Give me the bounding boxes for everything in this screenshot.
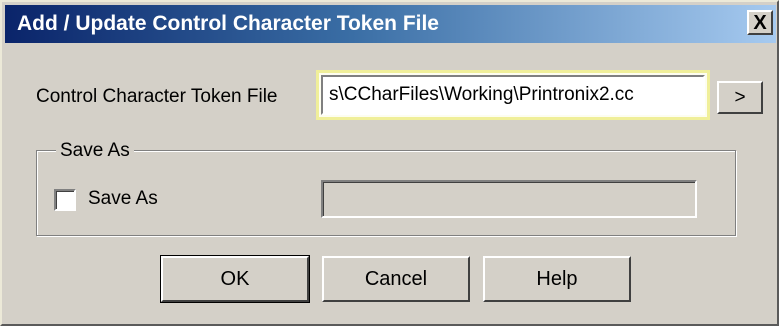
title-bar[interactable]: Add / Update Control Character Token Fil… xyxy=(5,5,776,43)
chevron-right-icon: > xyxy=(734,86,746,108)
save-as-checkbox-label[interactable]: Save As xyxy=(88,188,158,210)
save-as-checkbox[interactable] xyxy=(54,189,76,211)
save-as-input xyxy=(321,180,697,218)
close-button[interactable]: X xyxy=(747,10,773,35)
browse-button[interactable]: > xyxy=(717,81,763,114)
file-path-input[interactable]: s\CCharFiles\Working\Printronix2.cc xyxy=(321,75,705,115)
cancel-button[interactable]: Cancel xyxy=(322,256,470,302)
ok-button[interactable]: OK xyxy=(160,255,310,303)
file-label: Control Character Token File xyxy=(36,86,278,107)
file-input-focus-ring: s\CCharFiles\Working\Printronix2.cc xyxy=(316,70,710,120)
close-icon: X xyxy=(753,11,767,34)
dialog-title: Add / Update Control Character Token Fil… xyxy=(17,12,439,35)
save-as-group-legend: Save As xyxy=(56,140,134,162)
help-button[interactable]: Help xyxy=(483,256,631,302)
